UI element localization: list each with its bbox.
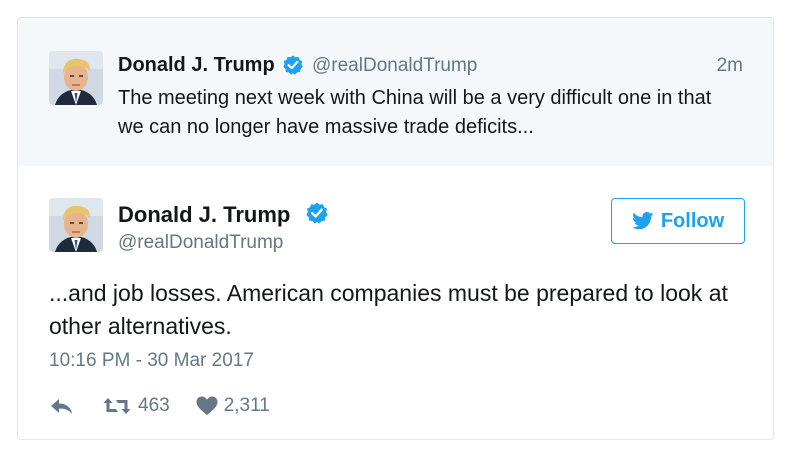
author-name[interactable]: Donald J. Trump <box>118 54 275 77</box>
tweet-timestamp[interactable]: 10:16 PM - 30 Mar 2017 <box>49 350 254 372</box>
embedded-tweet-card: Donald J. Trump @realDonaldTrump 2m The … <box>17 17 774 440</box>
verified-badge-icon <box>305 201 329 225</box>
follow-button[interactable]: Follow <box>611 198 745 244</box>
like-button[interactable]: 2,311 <box>196 395 270 417</box>
retweet-icon <box>103 396 131 416</box>
reply-icon <box>49 396 75 416</box>
tweet-time-ago[interactable]: 2m <box>717 55 743 77</box>
parent-tweet[interactable]: Donald J. Trump @realDonaldTrump 2m The … <box>18 18 773 166</box>
author-handle[interactable]: @realDonaldTrump <box>118 232 283 254</box>
reply-button[interactable] <box>49 396 75 416</box>
twitter-bird-icon <box>631 212 654 230</box>
heart-icon <box>196 396 218 416</box>
like-count: 2,311 <box>223 395 270 416</box>
retweet-count: 463 <box>138 395 170 416</box>
retweet-button[interactable]: 463 <box>103 395 170 417</box>
author-name[interactable]: Donald J. Trump <box>118 202 290 228</box>
verified-badge-icon <box>282 54 304 76</box>
avatar[interactable] <box>49 198 103 252</box>
tweet-actions: 463 2,311 <box>49 394 270 418</box>
author-handle[interactable]: @realDonaldTrump <box>312 55 477 77</box>
parent-tweet-text: The meeting next week with China will be… <box>118 87 712 138</box>
avatar[interactable] <box>49 51 103 105</box>
tweet-text: ...and job losses. American companies mu… <box>49 280 728 339</box>
follow-label: Follow <box>660 209 725 232</box>
